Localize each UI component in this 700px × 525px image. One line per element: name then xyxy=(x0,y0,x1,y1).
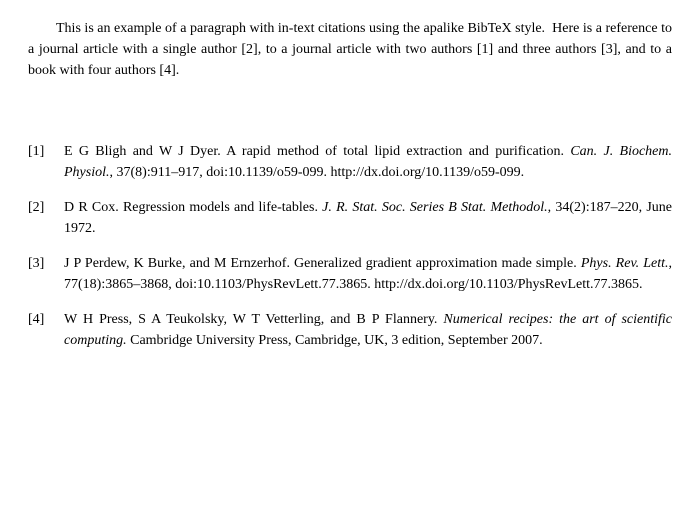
ref-label: [3] xyxy=(28,253,64,274)
ref-label: [1] xyxy=(28,141,64,162)
reference-item: [4]W H Press, S A Teukolsky, W T Vetterl… xyxy=(28,309,672,351)
ref-label: [2] xyxy=(28,197,64,218)
reference-item: [2]D R Cox. Regression models and life-t… xyxy=(28,197,672,239)
main-content: This is an example of a paragraph with i… xyxy=(28,18,672,351)
ref-content: J P Perdew, K Burke, and M Ernzerhof. Ge… xyxy=(64,253,672,295)
ref-content: D R Cox. Regression models and life-tabl… xyxy=(64,197,672,239)
reference-item: [1]E G Bligh and W J Dyer. A rapid metho… xyxy=(28,141,672,183)
ref-label: [4] xyxy=(28,309,64,330)
ref-content: W H Press, S A Teukolsky, W T Vetterling… xyxy=(64,309,672,351)
ref-content: E G Bligh and W J Dyer. A rapid method o… xyxy=(64,141,672,183)
reference-item: [3]J P Perdew, K Burke, and M Ernzerhof.… xyxy=(28,253,672,295)
references-list: [1]E G Bligh and W J Dyer. A rapid metho… xyxy=(28,141,672,351)
intro-paragraph: This is an example of a paragraph with i… xyxy=(28,18,672,81)
